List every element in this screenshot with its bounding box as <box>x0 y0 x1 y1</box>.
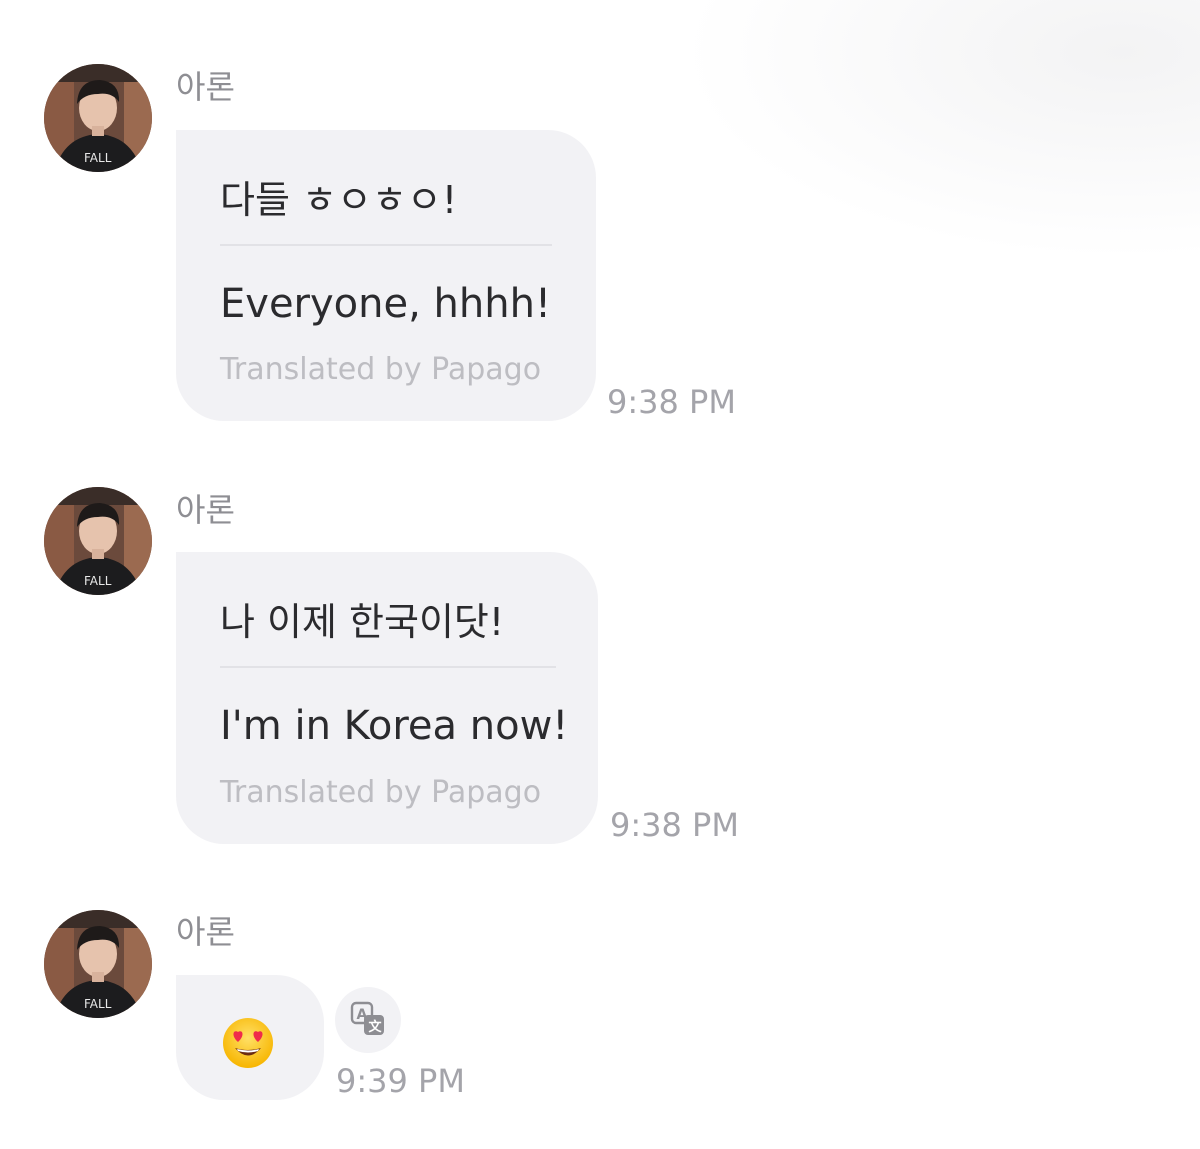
message-bubble[interactable] <box>176 975 324 1100</box>
avatar[interactable]: FALL <box>44 64 152 172</box>
message-timestamp: 9:38 PM <box>610 806 739 844</box>
sender-name: 아론 <box>176 491 235 529</box>
original-text: 나 이제 한국이닷! <box>220 600 505 644</box>
heart-eyes-emoji-icon <box>222 1017 274 1073</box>
avatar[interactable]: FALL <box>44 910 152 1018</box>
translated-text: I'm in Korea now! <box>220 703 569 749</box>
translation-divider <box>220 666 556 668</box>
background-glow <box>680 0 1200 260</box>
translation-credit: Translated by Papago <box>220 352 542 387</box>
sender-name: 아론 <box>176 913 235 951</box>
translate-icon: A 文 <box>350 1001 384 1035</box>
svg-text:FALL: FALL <box>84 997 112 1011</box>
svg-text:FALL: FALL <box>84 574 112 588</box>
message-timestamp: 9:39 PM <box>336 1062 465 1100</box>
original-text: 다들 ㅎㅇㅎㅇ! <box>220 178 458 222</box>
avatar[interactable]: FALL <box>44 487 152 595</box>
translate-button[interactable]: A 文 <box>335 987 401 1053</box>
message-timestamp: 9:38 PM <box>607 383 736 421</box>
svg-text:文: 文 <box>369 1019 383 1035</box>
svg-text:FALL: FALL <box>84 151 112 165</box>
sender-name: 아론 <box>176 68 235 106</box>
message-bubble[interactable]: 나 이제 한국이닷! I'm in Korea now! Translated … <box>176 552 598 844</box>
translated-text: Everyone, hhhh! <box>220 281 551 327</box>
message-bubble[interactable]: 다들 ㅎㅇㅎㅇ! Everyone, hhhh! Translated by P… <box>176 130 596 421</box>
translation-divider <box>220 244 552 246</box>
translation-credit: Translated by Papago <box>220 775 542 810</box>
